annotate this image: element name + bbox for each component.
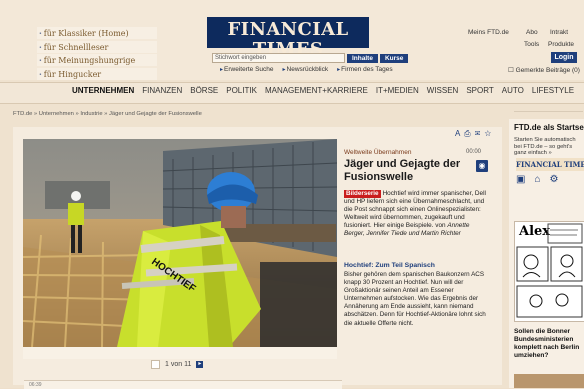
nav-boerse[interactable]: BÖRSE xyxy=(190,86,218,96)
article-tools-icons[interactable]: A ⎙ ✉ ☆ xyxy=(455,129,492,139)
sidebar-text[interactable]: Starten Sie automatisch bei FTD.de – so … xyxy=(514,137,584,157)
search-quotes-button[interactable]: Kurse xyxy=(379,53,409,63)
sidebar-logo[interactable]: FINANCIAL TIMES xyxy=(516,158,584,171)
sidebar-thumbnail[interactable] xyxy=(514,374,584,388)
search-input[interactable]: Stichwort eingeben xyxy=(212,53,345,63)
browser-icon[interactable]: ▣ xyxy=(516,174,525,185)
comic-title: Alex xyxy=(518,224,550,239)
nav-finanzen[interactable]: FINANZEN xyxy=(142,86,182,96)
nav-auto[interactable]: AUTO xyxy=(502,86,524,96)
nav-wissen[interactable]: WISSEN xyxy=(427,86,459,96)
comic-drawing: Alex xyxy=(515,222,584,321)
sidebar-divider xyxy=(514,111,583,112)
camera-icon[interactable]: ◉ xyxy=(476,160,488,172)
article-body: Bisher gehören dem spanischen Baukonzern… xyxy=(344,271,486,327)
nav-management[interactable]: MANAGEMENT+KARRIERE xyxy=(265,86,368,96)
my-ftd-link[interactable]: Meins FTD.de xyxy=(468,29,509,36)
products-link[interactable]: Produkte xyxy=(548,41,574,48)
gallery-badge[interactable]: Bilderserie xyxy=(344,190,381,198)
reader-link-fast[interactable]: · für Schnellleser xyxy=(37,40,157,53)
search-row: Stichwort eingeben Inhalte Kurse xyxy=(212,53,409,63)
saved-articles-link[interactable]: ☐ Gemerkte Beiträge (0) xyxy=(508,66,580,74)
construction-worker-photo: HOCHTIEF xyxy=(23,139,337,347)
breadcrumb[interactable]: FTD.de » Unternehmen » Industrie » Jäger… xyxy=(13,111,202,117)
search-contents-button[interactable]: Inhalte xyxy=(347,53,378,63)
bullet-icon: · xyxy=(39,55,42,66)
nav-it-medien[interactable]: IT+MEDIEN xyxy=(376,86,419,96)
section-nav: UNTERNEHMEN FINANZEN BÖRSE POLITIK MANAG… xyxy=(72,86,574,96)
reader-link-fast-label: für Schnellleser xyxy=(43,42,109,52)
reader-link-opinion[interactable]: · für Meinungshungrige xyxy=(37,54,157,67)
article-eyebrow: Weltweite Übernahmen xyxy=(344,149,412,156)
companies-today-link[interactable]: Firmen des Tages xyxy=(337,66,393,73)
pager-count: 1 von 11 xyxy=(165,360,192,368)
gallery-pager: 1 von 11 ▸ xyxy=(151,359,204,369)
search-links: Erweiterte Suche Newsrückblick Firmen de… xyxy=(220,66,393,73)
article-time: 00:00 xyxy=(466,149,482,155)
news-archive-link[interactable]: Newsrückblick xyxy=(283,66,329,73)
site-logo[interactable]: FINANCIAL TIMES DEUTSCHLAND xyxy=(207,17,369,66)
bullet-icon: · xyxy=(39,41,42,52)
previous-image-button[interactable] xyxy=(151,359,160,369)
saved-articles-label: Gemerkte Beiträge (0) xyxy=(515,67,580,74)
next-image-button[interactable]: ▸ xyxy=(196,360,204,368)
intrakt-link[interactable]: Intrakt xyxy=(550,29,568,36)
login-button[interactable]: Login xyxy=(551,52,577,63)
reader-link-visual-label: für Hingucker xyxy=(43,69,102,79)
home-icon[interactable]: ⌂ xyxy=(534,174,540,185)
nav-unternehmen[interactable]: UNTERNEHMEN xyxy=(72,86,134,96)
sidebar-title[interactable]: FTD.de als Startseite xyxy=(514,123,584,132)
abo-link[interactable]: Abo xyxy=(526,29,538,36)
comic-strip[interactable]: Alex xyxy=(514,221,584,322)
reader-link-visual[interactable]: · für Hingucker xyxy=(37,67,157,80)
advanced-search-link[interactable]: Erweiterte Suche xyxy=(220,66,274,73)
reader-link-classic-label: für Klassiker (Home) xyxy=(43,29,129,38)
article-headline[interactable]: Jäger und Gejagte der Fusionswelle xyxy=(344,158,474,184)
reader-link-opinion-label: für Meinungshungrige xyxy=(43,56,136,66)
nav-lifestyle[interactable]: LIFESTYLE xyxy=(532,86,574,96)
reader-type-links: · für Klassiker (Home) · für Schnellleser … xyxy=(37,27,157,81)
sidebar-question[interactable]: Sollen die Bonner Bundesministerien komp… xyxy=(514,328,584,360)
article-subhead: Hochtief: Zum Teil Spanisch xyxy=(344,262,435,269)
sidebar-icons: ▣ ⌂ ⚙ xyxy=(516,174,558,185)
tools-link[interactable]: Tools xyxy=(524,41,539,48)
settings-icon[interactable]: ⚙ xyxy=(550,174,559,185)
reader-link-classic[interactable]: · für Klassiker (Home) xyxy=(37,27,157,39)
bookmark-icon: ☐ xyxy=(508,67,516,74)
bullet-icon: · xyxy=(39,68,42,79)
article-lead: Bilderserie Hochtief wird immer spanische… xyxy=(344,190,490,239)
nav-politik[interactable]: POLITIK xyxy=(226,86,257,96)
article-photo[interactable]: HOCHTIEF xyxy=(23,139,337,347)
nav-sport[interactable]: SPORT xyxy=(466,86,493,96)
bullet-icon: · xyxy=(39,28,42,38)
